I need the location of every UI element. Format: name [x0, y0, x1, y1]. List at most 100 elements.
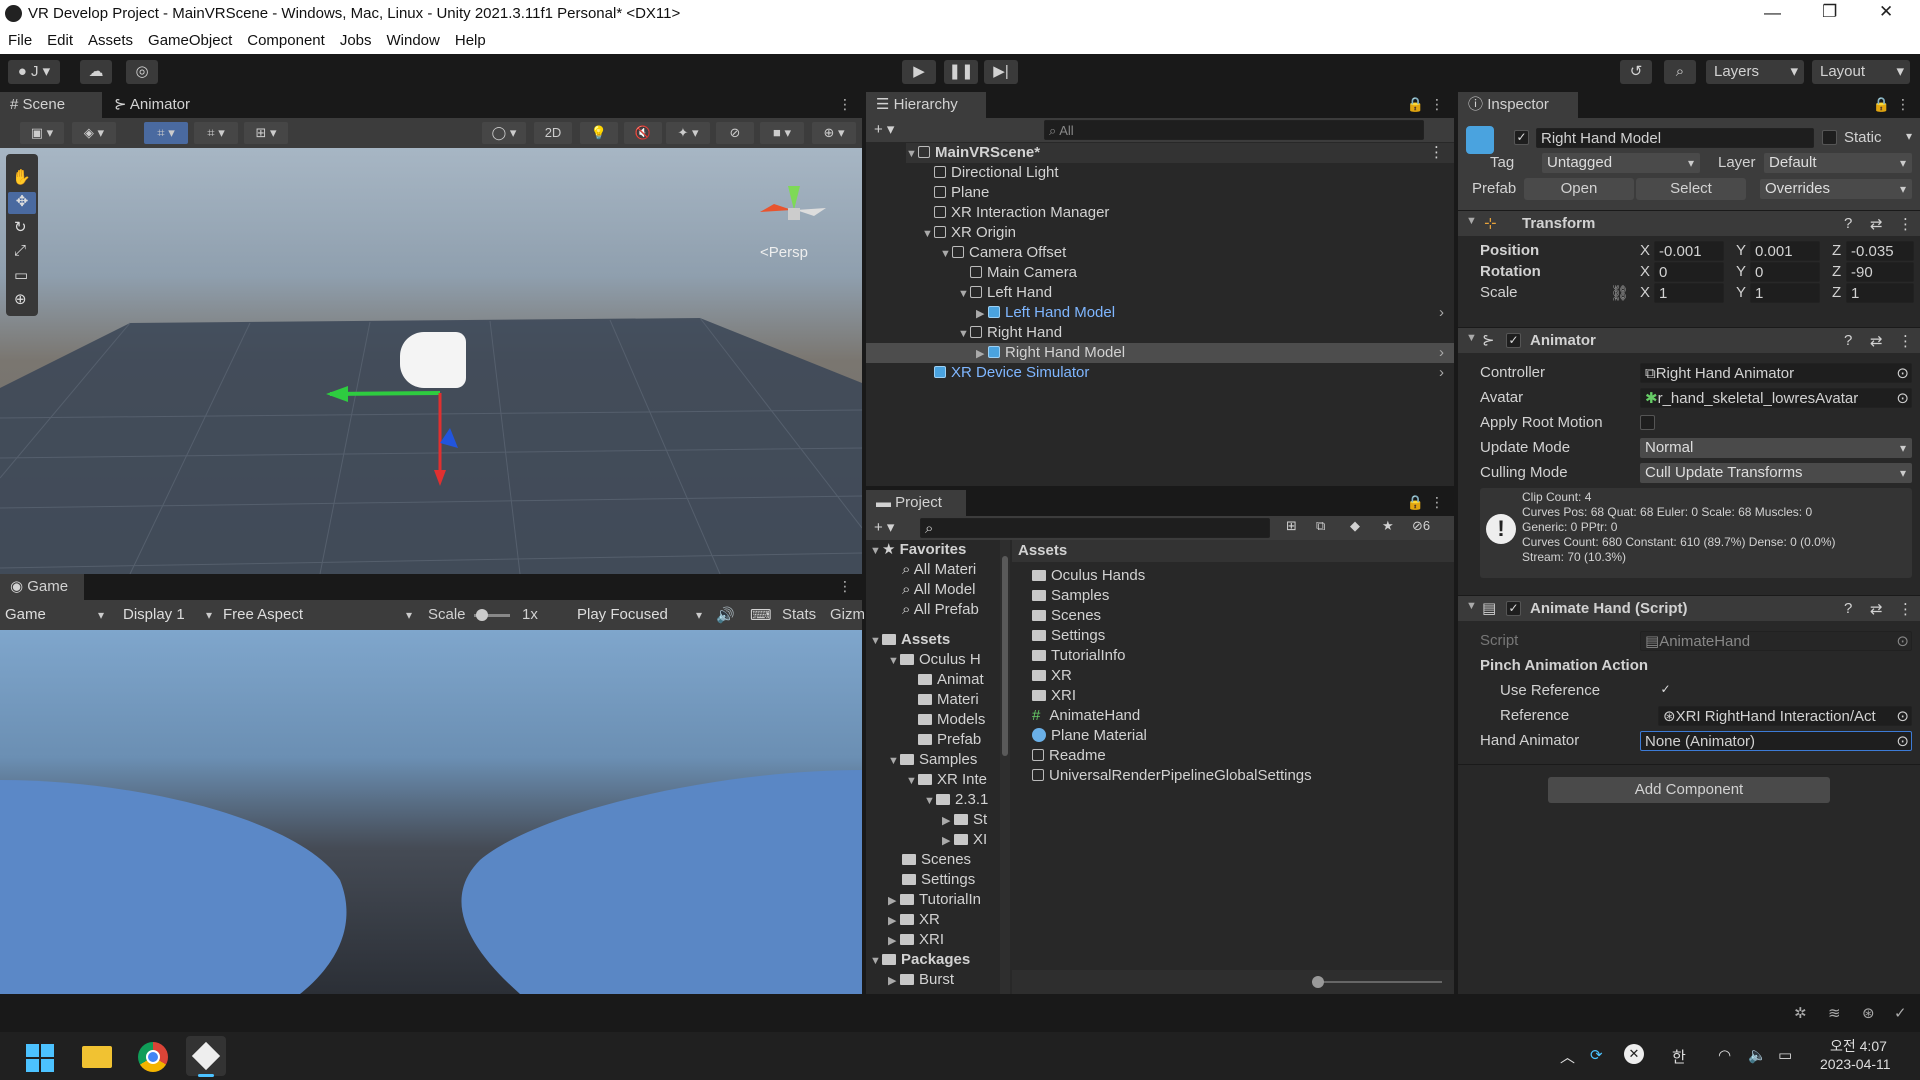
animator-enabled-checkbox[interactable]: ✓ — [1506, 333, 1521, 348]
stats-button[interactable]: Stats — [782, 606, 816, 623]
tree-item-assets[interactable]: ▼ Assets — [870, 630, 950, 650]
tab-project[interactable]: ▬ Project — [866, 490, 966, 516]
hierarchy-item[interactable]: ▼ Left Hand — [958, 283, 1052, 303]
menu-gameobject[interactable]: GameObject — [140, 28, 239, 49]
static-checkbox[interactable] — [1822, 130, 1837, 145]
foldout-arrow-icon[interactable]: ▼ — [1466, 215, 1477, 227]
lock-icon[interactable]: 🔒 — [1407, 494, 1424, 511]
search-by-type-icon[interactable]: ⊞ — [1286, 518, 1297, 534]
controller-field[interactable]: ⧉Right Hand Animator ⊙ — [1640, 363, 1912, 383]
position-x-input[interactable]: -0.001 — [1654, 241, 1724, 261]
avatar-field[interactable]: ✱r_hand_skeletal_lowresAvatar ⊙ — [1640, 388, 1912, 408]
game-viewport[interactable] — [0, 630, 862, 994]
star-icon[interactable]: ★ — [1382, 518, 1394, 534]
update-mode-dropdown[interactable]: Normal — [1640, 438, 1912, 458]
show-hidden-icons-icon[interactable]: ︿ — [1560, 1046, 1575, 1067]
step-button[interactable]: ▶| — [984, 60, 1018, 84]
tree-item[interactable]: Prefab — [918, 730, 981, 750]
minimize-icon[interactable]: — — [1764, 3, 1781, 23]
draw-mode-button[interactable]: ▣ ▾ — [20, 122, 64, 144]
script-enabled-checkbox[interactable]: ✓ — [1506, 601, 1521, 616]
close-icon[interactable]: ✕ — [1879, 2, 1893, 22]
foldout-arrow-icon[interactable]: ▼ — [1466, 332, 1477, 344]
scale-z-input[interactable]: 1 — [1846, 283, 1914, 303]
hierarchy-item[interactable]: ▼ Right Hand — [958, 323, 1062, 343]
check-icon[interactable]: ✓ — [1894, 1004, 1907, 1022]
project-search-input[interactable]: ⌕ — [920, 518, 1270, 538]
culling-mode-dropdown[interactable]: Cull Update Transforms — [1640, 463, 1912, 483]
shading-button[interactable]: ◈ ▾ — [72, 122, 116, 144]
game-mode-dropdown[interactable]: Game — [0, 605, 110, 625]
object-picker-icon[interactable]: ⊙ — [1896, 364, 1909, 382]
object-picker-icon[interactable]: ⊙ — [1896, 707, 1909, 725]
effects-button[interactable]: ✦ ▾ — [666, 122, 710, 144]
add-component-button[interactable]: Add Component — [1548, 777, 1830, 803]
hierarchy-item[interactable]: XR Interaction Manager — [922, 203, 1109, 223]
asset-item[interactable]: XRI — [1032, 686, 1076, 706]
add-icon[interactable]: + ▾ — [874, 518, 894, 536]
scale-tool-icon[interactable]: ⤢ — [14, 242, 26, 259]
hierarchy-item[interactable]: ▶ Left Hand Model › — [976, 303, 1454, 323]
tree-item[interactable]: Settings — [902, 870, 975, 890]
tree-item[interactable]: ▼ Samples — [888, 750, 977, 770]
gizmos-button[interactable]: ⊕ ▾ — [812, 122, 856, 144]
tree-item[interactable]: ⌕ All Prefab — [902, 600, 979, 620]
ruler-button[interactable]: ⊞ ▾ — [244, 122, 288, 144]
chevron-right-icon[interactable]: › — [1439, 343, 1444, 363]
lighting-progress-icon[interactable]: ⊛ — [1862, 1004, 1875, 1022]
script-header[interactable]: ▼ ▤ ✓ Animate Hand (Script) ? ⇄ ⋮ — [1458, 595, 1920, 621]
snap-increment-button[interactable]: ⌗ ▾ — [194, 122, 238, 144]
close-circle-icon[interactable]: ✕ — [1624, 1044, 1644, 1064]
tree-item[interactable]: Materi — [918, 690, 979, 710]
hand-tool-icon[interactable]: ✋ — [12, 168, 31, 186]
layers-dropdown[interactable]: Layers ▾ — [1706, 60, 1804, 84]
tree-item[interactable]: ⌕ All Model — [902, 580, 975, 600]
preset-icon[interactable]: ⇄ — [1870, 332, 1883, 350]
rotation-z-input[interactable]: -90 — [1846, 262, 1914, 282]
move-tool-icon[interactable]: ✥ — [8, 192, 36, 214]
tree-item[interactable]: ▼ Oculus H — [888, 650, 981, 670]
preset-icon[interactable]: ⇄ — [1870, 215, 1883, 233]
prefab-select-button[interactable]: Select — [1636, 178, 1746, 200]
help-icon[interactable]: ? — [1844, 600, 1852, 617]
tree-item[interactable]: ▼ XR Inte — [906, 770, 987, 790]
rotation-y-input[interactable]: 0 — [1750, 262, 1820, 282]
asset-item[interactable]: # AnimateHand — [1032, 706, 1140, 726]
asset-item[interactable]: Oculus Hands — [1032, 566, 1145, 586]
tree-item[interactable]: ▶ Burst — [888, 970, 954, 990]
rotation-x-input[interactable]: 0 — [1654, 262, 1724, 282]
active-checkbox[interactable]: ✓ — [1514, 130, 1529, 145]
asset-item[interactable]: Samples — [1032, 586, 1109, 606]
asset-item[interactable]: Settings — [1032, 626, 1105, 646]
camera-gizmo-icon[interactable] — [400, 332, 466, 388]
file-explorer-icon[interactable] — [82, 1046, 112, 1068]
lock-icon[interactable]: 🔒 — [1873, 96, 1890, 113]
clock-time[interactable]: 오전 4:07 — [1830, 1036, 1887, 1056]
tree-item[interactable]: ▶ TutorialIn — [888, 890, 981, 910]
scale-x-input[interactable]: 1 — [1654, 283, 1724, 303]
toggle-2d-button[interactable]: 2D — [534, 122, 572, 144]
gizmos-button[interactable]: Gizm — [830, 606, 865, 623]
tree-item[interactable]: Scenes — [902, 850, 971, 870]
scene-viewport[interactable]: <Persp ✋ ✥ ↻ ⤢ ▭ ⊕ — [0, 148, 862, 574]
ime-indicator[interactable]: 한 — [1672, 1046, 1686, 1067]
tree-item[interactable]: ▶ St — [942, 810, 987, 830]
unity-taskbar-icon[interactable] — [186, 1036, 226, 1077]
hand-animator-field[interactable]: None (Animator) ⊙ — [1640, 731, 1912, 751]
tab-hierarchy[interactable]: ☰ Hierarchy — [866, 92, 986, 118]
audio-button[interactable]: 🔇 — [624, 122, 662, 144]
scale-y-input[interactable]: 1 — [1750, 283, 1820, 303]
reference-field[interactable]: ⊛XRI RightHand Interaction/Act ⊙ — [1658, 706, 1912, 726]
play-button[interactable]: ▶ — [902, 60, 936, 84]
position-z-input[interactable]: -0.035 — [1846, 241, 1914, 261]
hierarchy-item[interactable]: Main Camera — [958, 263, 1077, 283]
help-icon[interactable]: ? — [1844, 332, 1852, 349]
static-dropdown-icon[interactable]: ▾ — [1906, 129, 1912, 143]
asset-item[interactable]: Scenes — [1032, 606, 1101, 626]
keyboard-icon[interactable]: ⌨ — [750, 606, 772, 624]
prefab-overrides-dropdown[interactable]: Overrides — [1760, 179, 1912, 199]
clock-date[interactable]: 2023-04-11 — [1820, 1056, 1891, 1072]
tree-item[interactable]: ▼ 2.3.1 — [924, 790, 988, 810]
windows-start-icon[interactable] — [26, 1044, 54, 1072]
chrome-icon[interactable] — [138, 1042, 168, 1072]
